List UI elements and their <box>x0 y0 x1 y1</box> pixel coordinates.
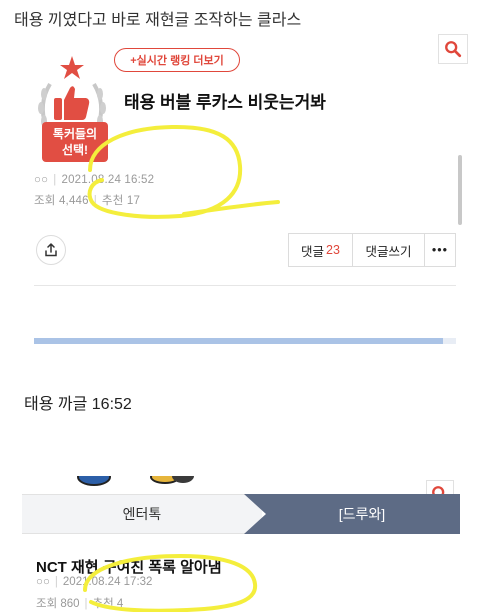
tab-druwa[interactable]: [드루와] <box>244 494 460 534</box>
badge-line-2: 선택! <box>61 143 89 157</box>
badge-line-1: 톡커들의 <box>52 127 98 141</box>
food-image-strip <box>22 476 460 490</box>
post-title[interactable]: 태용 버블 루카스 비웃는거봐 <box>124 88 326 113</box>
view-count: 조회 860 <box>36 598 80 610</box>
write-comment-button[interactable]: 댓글쓰기 <box>353 234 425 266</box>
comments-button[interactable]: 댓글 23 <box>289 234 353 266</box>
more-button[interactable]: ••• <box>425 234 455 266</box>
realtime-ranking-button[interactable]: +실시간 랭킹 더보기 <box>114 48 240 72</box>
post-date: 2021.08.24 17:32 <box>62 576 153 588</box>
share-button[interactable] <box>36 235 66 265</box>
post-meta-author-date: ○○ | 2021.08.24 16:52 <box>34 174 155 186</box>
share-icon <box>45 243 57 257</box>
scrollbar[interactable] <box>458 155 462 225</box>
yellow-highlight-1 <box>87 124 280 219</box>
choice-badge: 톡커들의 선택! <box>42 122 108 162</box>
post-screenshot-1: +실시간 랭킹 더보기 톡커들의 선택! 태용 버블 루카스 비웃는거봐 ○○ |… <box>22 30 468 350</box>
comments-count: 23 <box>326 243 340 257</box>
middle-caption: 태용 까글 16:52 <box>24 396 132 413</box>
food-bowl-blue <box>77 476 111 486</box>
caption: 태용 끼였다고 바로 재현글 조작하는 클라스 <box>14 12 302 29</box>
read-progress-fill <box>34 338 444 344</box>
post-date: 2021.08.24 16:52 <box>61 174 155 186</box>
post-title[interactable]: NCT 재현 구여친 폭록 알아냄 <box>36 556 222 577</box>
post-meta-stats: 조회 4,446 | 추천 17 <box>34 195 141 207</box>
search-icon <box>445 41 462 58</box>
author: ○○ <box>36 576 50 588</box>
author: ○○ <box>34 174 49 186</box>
read-progress-bar <box>34 338 456 344</box>
recommend-count: 추천 4 <box>92 598 124 610</box>
post-meta-author-date: ○○ | 2021.08.24 17:32 <box>36 576 153 588</box>
view-count: 조회 4,446 <box>34 195 89 207</box>
tab-enter-talk[interactable]: 엔터톡 <box>22 494 262 534</box>
post-screenshot-2: 엔터톡 [드루와] NCT 재현 구여친 폭록 알아냄 ○○ | 2021.08.2… <box>22 476 460 613</box>
recommend-count: 추천 17 <box>101 195 141 207</box>
post-actions: 댓글 23 댓글쓰기 ••• <box>288 233 456 267</box>
divider <box>34 285 456 286</box>
post-meta-stats: 조회 860 | 추천 4 <box>36 598 124 610</box>
search-button[interactable] <box>438 34 468 64</box>
comments-label: 댓글 <box>301 244 325 259</box>
